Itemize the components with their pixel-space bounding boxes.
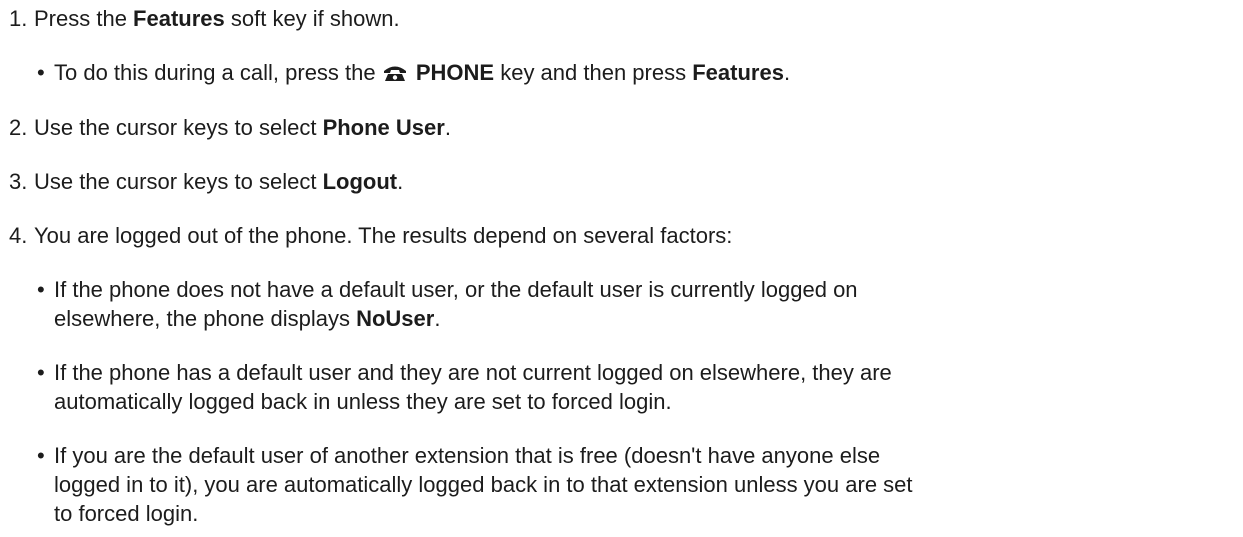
sub-text: If the phone has a default user and they… bbox=[54, 360, 892, 385]
sub-text: logged in to it), you are automatically … bbox=[54, 472, 913, 497]
bullet: • bbox=[37, 277, 45, 302]
ui-term-features: Features bbox=[133, 6, 225, 31]
sub-text: To do this during a call, press the PHON… bbox=[54, 60, 790, 89]
sub-text: If the phone does not have a default use… bbox=[54, 277, 858, 302]
instruction-document: 1. Press the Features soft key if shown.… bbox=[0, 0, 1243, 537]
ui-term-phone: PHONE bbox=[409, 60, 495, 85]
text-run: elsewhere, the phone displays bbox=[54, 306, 357, 331]
bullet: • bbox=[37, 60, 45, 85]
phone-icon bbox=[382, 63, 408, 89]
step-text: Press the Features soft key if shown. bbox=[34, 6, 400, 32]
text-run: To do this during a call, press the bbox=[54, 60, 382, 85]
text-run: Use the cursor keys to select bbox=[34, 169, 323, 194]
step-number: 2. bbox=[9, 115, 28, 140]
sub-text: to forced login. bbox=[54, 501, 199, 526]
step-text: You are logged out of the phone. The res… bbox=[34, 223, 733, 248]
step-text: Use the cursor keys to select Logout. bbox=[34, 169, 403, 195]
step-number: 4. bbox=[9, 223, 28, 248]
bullet: • bbox=[37, 360, 45, 385]
text-run: . bbox=[783, 60, 791, 85]
text-run: . bbox=[434, 306, 441, 331]
sub-text: If you are the default user of another e… bbox=[54, 443, 881, 468]
step-number: 3. bbox=[9, 169, 28, 194]
text-run: Use the cursor keys to select bbox=[34, 115, 323, 140]
step-number: 1. bbox=[9, 6, 28, 31]
sub-text: elsewhere, the phone displays NoUser. bbox=[54, 306, 440, 332]
step-text: Use the cursor keys to select Phone User… bbox=[34, 115, 451, 141]
ui-term-logout: Logout bbox=[322, 169, 398, 194]
sub-text: automatically logged back in unless they… bbox=[54, 389, 672, 414]
text-run: Press the bbox=[34, 6, 134, 31]
text-run: soft key if shown. bbox=[224, 6, 400, 31]
text-run: key and then press bbox=[494, 60, 693, 85]
ui-term-nouser: NoUser bbox=[356, 306, 435, 331]
ui-term-features: Features bbox=[692, 60, 784, 85]
text-run: . bbox=[444, 115, 451, 140]
ui-term-phone-user: Phone User bbox=[322, 115, 445, 140]
bullet: • bbox=[37, 443, 45, 468]
text-run: . bbox=[397, 169, 404, 194]
